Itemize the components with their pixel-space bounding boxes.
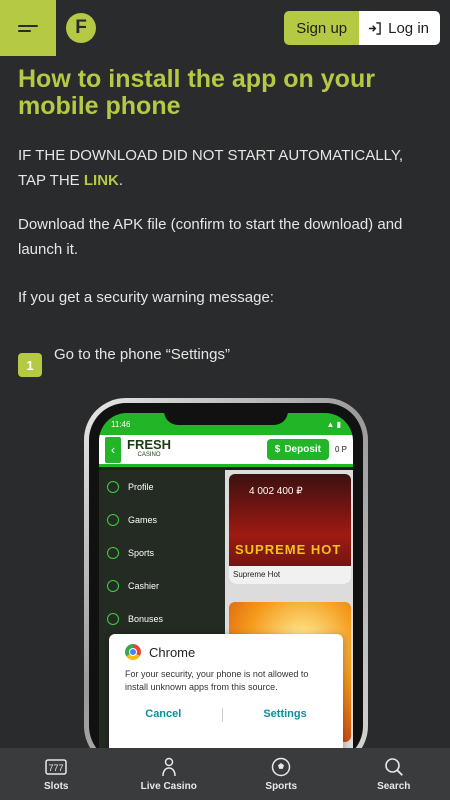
- page-title: How to install the app on your mobile ph…: [18, 65, 375, 120]
- signup-button[interactable]: Sign up: [284, 11, 360, 45]
- app-header: ‹ FRESH CASINO $ Deposit 0 P: [99, 435, 353, 467]
- app-menu-item-label: Sports: [128, 547, 155, 558]
- search-icon: [384, 757, 403, 776]
- download-link[interactable]: LINK: [84, 172, 119, 189]
- back-arrow-icon: ‹: [105, 436, 121, 463]
- security-warning-text: If you get a security warning message:: [18, 289, 274, 306]
- dialog-cancel-button: Cancel: [145, 708, 182, 720]
- phone-bezel: 11:46 ▲ ▮ ‹ FRESH CASINO $ Deposit 0 P Pro…: [89, 403, 363, 763]
- ball-icon: [107, 546, 119, 559]
- live-casino-icon: [162, 757, 176, 776]
- hamburger-icon: [18, 22, 38, 35]
- phone-notch: [164, 403, 288, 425]
- security-dialog: Chrome For your security, your phone is …: [109, 634, 343, 756]
- dialog-buttons: Cancel Settings: [125, 708, 327, 722]
- dialog-header: Chrome: [125, 644, 327, 660]
- nav-slots-label: Slots: [44, 780, 69, 792]
- jackpot-amount: 4 002 400 ₽: [249, 486, 303, 497]
- step-number-badge: 1: [18, 353, 42, 377]
- svg-text:777: 777: [49, 763, 64, 773]
- deposit-label: Deposit: [284, 444, 321, 455]
- app-menu-item: Games: [99, 503, 225, 536]
- game-art-title: SUPREME HOT: [235, 542, 342, 557]
- app-deposit-button: $ Deposit: [266, 439, 329, 460]
- step-1: 1 Go to the phone “Settings”: [18, 344, 230, 377]
- nav-sports[interactable]: Sports: [225, 748, 338, 800]
- app-menu-item-label: Bonuses: [128, 613, 164, 624]
- download-instruction: IF THE DOWNLOAD DID NOT START AUTOMATICA…: [18, 143, 432, 193]
- login-button[interactable]: Log in: [359, 11, 440, 45]
- phone-illustration: 11:46 ▲ ▮ ‹ FRESH CASINO $ Deposit 0 P Pro…: [84, 398, 368, 768]
- game-tile-caption: Supreme Hot: [229, 566, 351, 584]
- nav-slots[interactable]: 777 Slots: [0, 748, 113, 800]
- nav-search[interactable]: Search: [338, 748, 450, 800]
- auth-buttons: Sign up Log in: [284, 11, 440, 45]
- bottom-nav: 777 Slots Live Casino Sports Search: [0, 748, 450, 800]
- app-balance: 0 P: [334, 445, 347, 454]
- dialog-settings-button: Settings: [263, 708, 307, 720]
- app-menu-item-label: Cashier: [128, 580, 160, 591]
- p1-end: .: [118, 172, 124, 189]
- menu-button[interactable]: [0, 0, 56, 56]
- phone-screen: 11:46 ▲ ▮ ‹ FRESH CASINO $ Deposit 0 P Pro…: [99, 413, 353, 763]
- app-menu-item: Bonuses: [99, 602, 225, 635]
- logo[interactable]: F: [66, 13, 96, 43]
- p1-text: IF THE DOWNLOAD DID NOT START AUTOMATICA…: [18, 147, 404, 189]
- game-tile: 4 002 400 ₽ SUPREME HOT Supreme Hot: [229, 474, 351, 584]
- app-brand-logo: FRESH CASINO: [127, 438, 171, 461]
- app-menu-item: Profile: [99, 470, 225, 503]
- user-icon: [107, 480, 119, 493]
- nav-live-casino[interactable]: Live Casino: [113, 748, 226, 800]
- app-menu-item-label: Profile: [128, 481, 154, 492]
- nav-sports-label: Sports: [265, 780, 298, 792]
- chrome-icon: [125, 644, 141, 660]
- app-menu-item-label: Games: [128, 514, 158, 525]
- status-icons: ▲ ▮: [326, 419, 341, 429]
- app-menu-item: Cashier: [99, 569, 225, 602]
- nav-search-label: Search: [377, 780, 411, 792]
- gamepad-icon: [107, 513, 119, 526]
- gift-icon: [107, 612, 119, 625]
- status-time: 11:46: [111, 419, 131, 429]
- login-icon: [369, 21, 381, 35]
- soccer-ball-icon: [272, 757, 291, 776]
- step-text: Go to the phone “Settings”: [54, 346, 230, 363]
- dialog-body: For your security, your phone is not all…: [125, 669, 309, 692]
- dollar-icon: $: [274, 444, 281, 455]
- dialog-title: Chrome: [149, 644, 196, 660]
- cashier-icon: [107, 579, 119, 592]
- slots-icon: 777: [45, 758, 67, 775]
- login-label: Log in: [388, 19, 429, 37]
- dialog-divider: [221, 708, 223, 722]
- app-menu-item: Sports: [99, 536, 225, 569]
- apk-instruction: Download the APK file (confirm to start …: [18, 216, 403, 258]
- nav-live-casino-label: Live Casino: [140, 780, 197, 792]
